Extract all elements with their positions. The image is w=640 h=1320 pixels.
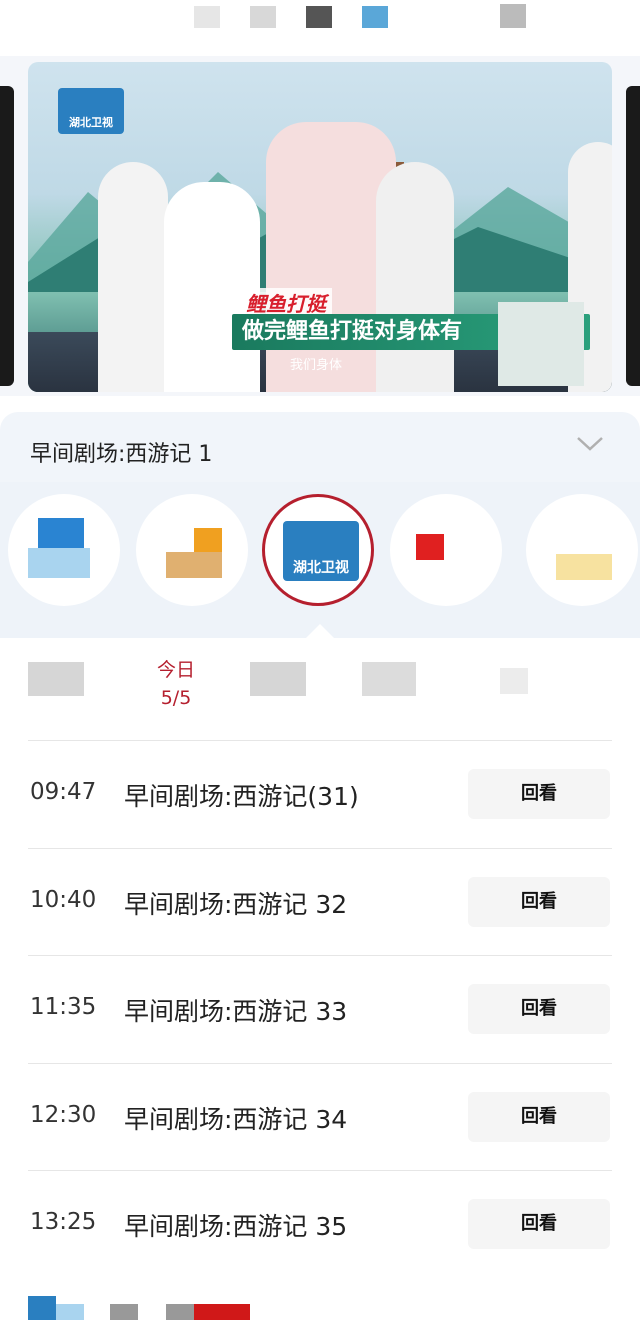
replay-button[interactable]: 回看 xyxy=(468,876,610,927)
performer xyxy=(98,162,168,392)
schedule-row[interactable]: 11:35 早间剧场:西游记 33 回看 xyxy=(0,956,640,1064)
bottom-bar xyxy=(0,1290,640,1320)
pixelated-icon xyxy=(194,6,220,28)
program-header: 早间剧场:西游记 1 xyxy=(0,412,640,482)
pixelated-icon xyxy=(306,6,332,28)
pixelated-logo xyxy=(38,518,84,548)
pixelated-logo xyxy=(166,552,222,578)
program-schedule: 09:47 早间剧场:西游记(31) 回看 10:40 早间剧场:西游记 32 … xyxy=(0,741,640,1279)
channel-item[interactable] xyxy=(136,494,248,606)
date-tab-obscured[interactable] xyxy=(250,662,306,696)
active-indicator xyxy=(306,624,334,638)
current-program-title: 早间剧场:西游记 1 xyxy=(30,442,213,467)
replay-button[interactable]: 回看 xyxy=(468,1199,610,1249)
pixelated-logo xyxy=(28,548,90,578)
program-title: 早间剧场:西游记 35 xyxy=(124,1212,348,1241)
channel-item[interactable] xyxy=(526,494,638,606)
pixelated-logo xyxy=(194,528,222,552)
schedule-row[interactable]: 10:40 早间剧场:西游记 32 回看 xyxy=(0,849,640,956)
top-bar xyxy=(0,0,640,56)
schedule-row[interactable]: 09:47 早间剧场:西游记(31) 回看 xyxy=(0,741,640,849)
program-time: 12:30 xyxy=(30,1101,97,1128)
pixelated-icon[interactable] xyxy=(166,1304,194,1320)
date-tab-today[interactable]: 今日 5/5 xyxy=(148,656,204,712)
channel-logo-text: 湖北卫视 xyxy=(69,116,113,129)
performer xyxy=(376,162,454,392)
replay-button[interactable]: 回看 xyxy=(468,769,610,819)
channel-logo: 湖北卫视 xyxy=(58,88,124,134)
performer xyxy=(164,182,260,392)
today-label: 今日 xyxy=(156,659,195,681)
video-area: 湖北卫视 鲤鱼打挺 做完鲤鱼打挺对身体有 我们身体 xyxy=(0,56,640,396)
program-title: 早间剧场:西游记 32 xyxy=(124,889,348,919)
replay-button[interactable]: 回看 xyxy=(468,1091,610,1142)
pixelated-logo xyxy=(556,554,612,580)
date-tab-obscured[interactable] xyxy=(362,662,416,696)
next-video-card[interactable] xyxy=(626,86,640,386)
today-date: 5/5 xyxy=(160,687,192,709)
pixelated-logo xyxy=(416,534,444,560)
video-player[interactable]: 湖北卫视 鲤鱼打挺 做完鲤鱼打挺对身体有 我们身体 xyxy=(28,62,612,392)
channel-item-active[interactable]: 湖北卫视 xyxy=(262,494,374,606)
program-title: 早间剧场:西游记 33 xyxy=(124,997,348,1026)
hubei-tv-logo: 湖北卫视 xyxy=(283,521,359,581)
program-time: 13:25 xyxy=(30,1209,97,1235)
pixelated-icon xyxy=(250,6,276,28)
video-caption-title: 鲤鱼打挺 xyxy=(240,288,332,317)
active-channel-name: 湖北卫视 xyxy=(293,560,349,576)
program-time: 09:47 xyxy=(30,779,97,805)
schedule-row[interactable]: 12:30 早间剧场:西游记 34 回看 xyxy=(0,1064,640,1171)
prev-video-card[interactable] xyxy=(0,86,14,386)
channel-item[interactable] xyxy=(8,494,120,606)
pixelated-icon[interactable] xyxy=(56,1304,84,1320)
schedule-row[interactable]: 13:25 早间剧场:西游记 35 回看 xyxy=(0,1171,640,1279)
pixelated-icon[interactable] xyxy=(194,1304,250,1320)
program-title: 早间剧场:西游记(31) xyxy=(124,782,359,811)
pixelated-icon xyxy=(362,6,388,28)
date-tab-obscured[interactable] xyxy=(28,662,84,696)
program-time: 10:40 xyxy=(30,886,97,913)
date-tabs: 今日 5/5 xyxy=(0,638,640,738)
date-tab-obscured[interactable] xyxy=(500,668,528,694)
program-title: 早间剧场:西游记 34 xyxy=(124,1104,348,1134)
channel-carousel: 湖北卫视 xyxy=(0,482,640,638)
pixelated-icon[interactable] xyxy=(110,1304,138,1320)
chevron-down-icon[interactable] xyxy=(576,434,604,454)
channel-item[interactable] xyxy=(390,494,502,606)
replay-button[interactable]: 回看 xyxy=(468,984,610,1034)
video-subtitle: 我们身体 xyxy=(290,358,343,373)
pixelated-icon[interactable] xyxy=(28,1296,56,1320)
program-time: 11:35 xyxy=(30,994,97,1020)
pixelated-overlay xyxy=(498,302,584,386)
pixelated-icon xyxy=(500,4,526,28)
